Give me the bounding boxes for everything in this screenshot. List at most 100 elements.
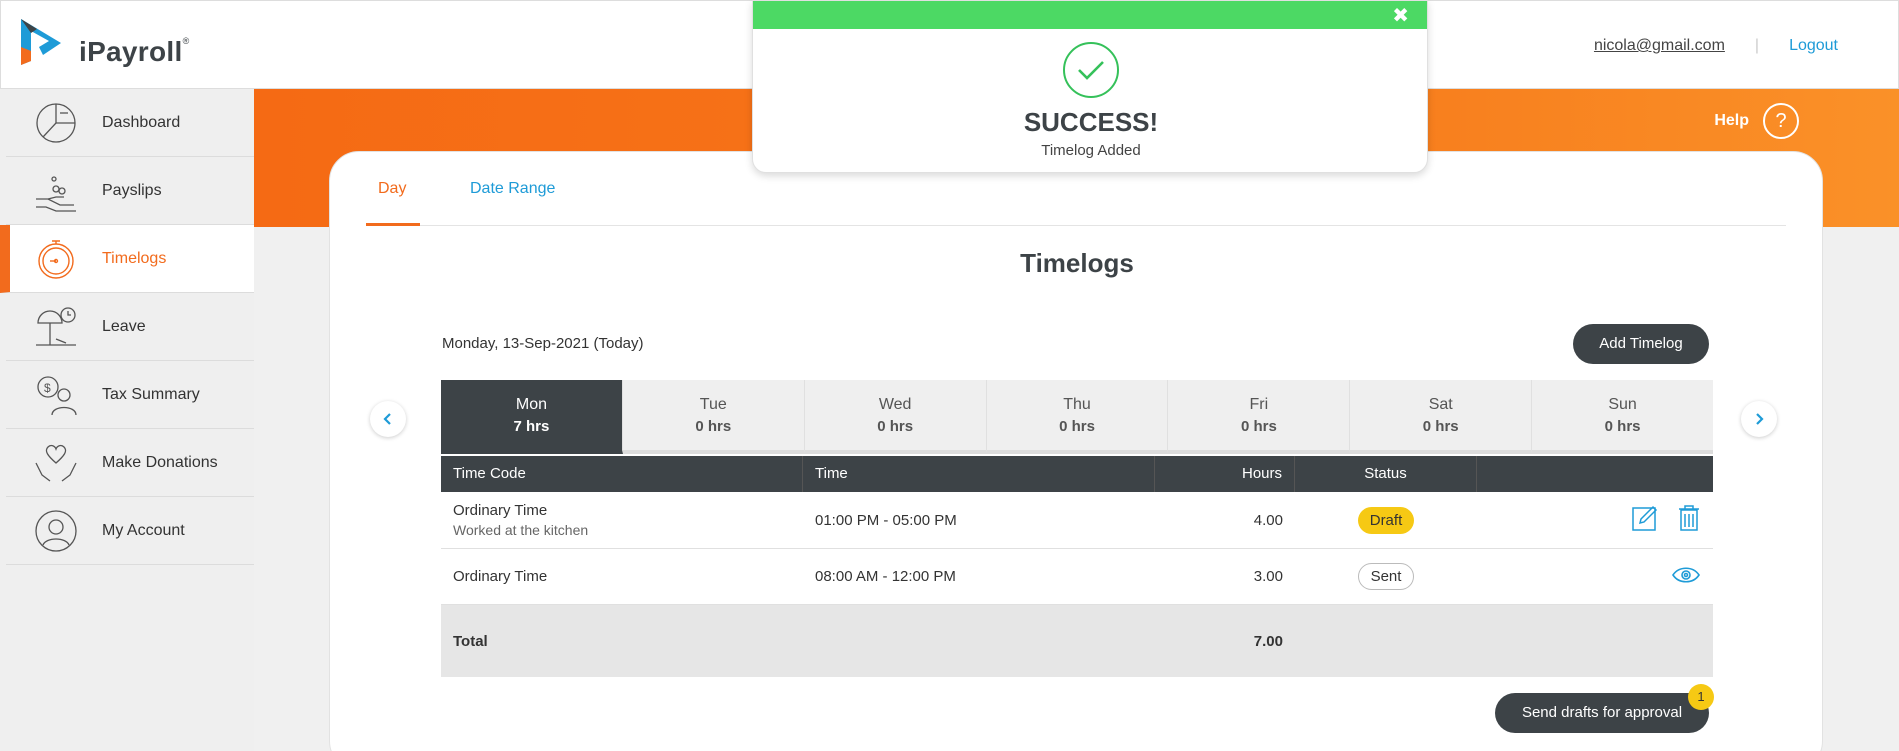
column-header-status: Status xyxy=(1295,456,1477,492)
cell-time: 01:00 PM - 05:00 PM xyxy=(815,511,957,529)
page-title: Timelogs xyxy=(1020,248,1134,278)
time-note-text: Worked at the kitchen xyxy=(453,522,589,538)
day-name: Thu xyxy=(1063,396,1091,413)
header-user-links: nicola@gmail.com | Logout xyxy=(1594,37,1838,55)
hand-coins-icon xyxy=(34,169,78,213)
row-actions xyxy=(1477,565,1713,589)
sidebar-item-timelogs[interactable]: Timelogs xyxy=(0,225,254,293)
day-name: Sun xyxy=(1608,396,1637,413)
day-hours: 7 hrs xyxy=(513,418,550,435)
status-badge-sent: Sent xyxy=(1357,563,1415,590)
timelogs-table: Time Code Time Hours Status Ordinary Tim… xyxy=(441,456,1713,677)
toast-message: Timelog Added xyxy=(1041,142,1141,159)
cell-status: Sent xyxy=(1295,563,1477,590)
column-header-hours: Hours xyxy=(1155,456,1295,492)
header-separator: | xyxy=(1754,37,1760,54)
day-hours: 0 hrs xyxy=(877,418,914,435)
cell-time-code: Ordinary Time Worked at the kitchen xyxy=(441,502,803,538)
timelogs-card: Day Date Range Timelogs Monday, 13-Sep-2… xyxy=(329,151,1823,751)
day-tab-sat[interactable]: Sat 0 hrs xyxy=(1350,380,1533,454)
table-row: Ordinary Time 08:00 AM - 12:00 PM 3.00 S… xyxy=(441,549,1713,605)
day-tab-sun[interactable]: Sun 0 hrs xyxy=(1532,380,1714,454)
sidebar-item-dashboard[interactable]: Dashboard xyxy=(6,89,254,157)
week-strip: Mon 7 hrs Tue 0 hrs Wed 0 hrs Thu 0 hrs … xyxy=(441,380,1714,454)
table-row: Ordinary Time Worked at the kitchen 01:0… xyxy=(441,492,1713,549)
toast-title: SUCCESS! xyxy=(1023,107,1159,137)
time-code-text: Ordinary Time xyxy=(453,502,548,519)
day-tab-fri[interactable]: Fri 0 hrs xyxy=(1168,380,1351,454)
edit-icon[interactable] xyxy=(1631,504,1659,536)
cell-status: Draft xyxy=(1295,506,1477,534)
close-icon[interactable]: ✖ xyxy=(1392,3,1409,28)
day-name: Sat xyxy=(1428,396,1453,413)
day-tab-mon[interactable]: Mon 7 hrs xyxy=(441,380,623,454)
cell-hours: 4.00 xyxy=(1253,511,1283,529)
logo[interactable]: iPayroll® xyxy=(19,17,190,69)
sidebar-item-label: Make Donations xyxy=(102,453,218,471)
stopwatch-icon xyxy=(34,237,78,281)
day-tab-tue[interactable]: Tue 0 hrs xyxy=(622,380,805,454)
sidebar-item-my-account[interactable]: My Account xyxy=(6,497,254,565)
day-hours: 0 hrs xyxy=(1604,418,1641,435)
eye-icon[interactable] xyxy=(1671,565,1701,589)
column-header-time: Time xyxy=(803,456,1155,492)
total-label: Total xyxy=(453,632,488,650)
success-toast: ✖ SUCCESS! Timelog Added xyxy=(752,0,1428,173)
current-date: Monday, 13-Sep-2021 (Today) xyxy=(442,335,644,352)
question-mark-icon: ? xyxy=(1763,103,1799,139)
sidebar-item-make-donations[interactable]: Make Donations xyxy=(6,429,254,497)
beach-umbrella-icon xyxy=(34,305,78,349)
day-hours: 0 hrs xyxy=(1059,418,1095,435)
draft-count-badge: 1 xyxy=(1688,684,1714,710)
ipayroll-logo-icon xyxy=(21,19,61,65)
active-tab-indicator xyxy=(366,223,420,226)
table-header: Time Code Time Hours Status xyxy=(441,456,1713,492)
logo-text: iPayroll® xyxy=(79,36,190,67)
day-tab-thu[interactable]: Thu 0 hrs xyxy=(986,380,1169,454)
day-hours: 0 hrs xyxy=(1422,418,1459,435)
sidebar-item-label: Dashboard xyxy=(102,113,181,131)
heart-hands-icon xyxy=(34,441,78,485)
sidebar-item-label: Tax Summary xyxy=(102,385,200,403)
cell-hours: 3.00 xyxy=(1253,568,1283,585)
pie-chart-icon xyxy=(34,101,78,145)
send-drafts-button[interactable]: Send drafts for approval xyxy=(1495,693,1709,733)
tab-date-range[interactable]: Date Range xyxy=(470,180,555,198)
sidebar-item-label: Leave xyxy=(102,317,146,335)
logout-link[interactable]: Logout xyxy=(1789,37,1838,55)
day-name: Tue xyxy=(699,396,727,413)
total-row: Total 7.00 xyxy=(441,605,1713,677)
chevron-left-icon[interactable] xyxy=(370,401,406,437)
trash-icon[interactable] xyxy=(1677,504,1701,536)
row-actions xyxy=(1477,504,1713,536)
sidebar-item-label: Payslips xyxy=(102,181,162,199)
add-timelog-button[interactable]: Add Timelog xyxy=(1573,324,1709,364)
day-name: Fri xyxy=(1249,396,1269,413)
day-tab-wed[interactable]: Wed 0 hrs xyxy=(804,380,987,454)
chevron-right-icon[interactable] xyxy=(1741,401,1777,437)
sidebar-item-leave[interactable]: Leave xyxy=(6,293,254,361)
sidebar-item-payslips[interactable]: Payslips xyxy=(6,157,254,225)
sidebar-item-label: Timelogs xyxy=(102,249,167,267)
svg-text:$: $ xyxy=(44,381,51,395)
tab-day[interactable]: Day xyxy=(378,180,406,198)
cell-time-code: Ordinary Time xyxy=(441,568,803,585)
time-code-text: Ordinary Time xyxy=(453,568,548,585)
check-circle-icon xyxy=(1063,42,1119,98)
total-hours: 7.00 xyxy=(1253,632,1283,650)
tax-person-icon: $ xyxy=(34,373,78,417)
help-button[interactable]: Help ? xyxy=(1714,103,1799,139)
user-email-link[interactable]: nicola@gmail.com xyxy=(1594,37,1725,55)
day-name: Wed xyxy=(878,396,912,413)
status-badge-draft: Draft xyxy=(1357,506,1415,534)
sidebar-item-tax-summary[interactable]: $ Tax Summary xyxy=(6,361,254,429)
toast-bar: ✖ xyxy=(753,1,1427,29)
column-header-time-code: Time Code xyxy=(441,456,803,492)
column-header-actions xyxy=(1477,456,1713,492)
cell-time: 08:00 AM - 12:00 PM xyxy=(815,568,956,585)
day-name: Mon xyxy=(515,396,547,413)
sidebar-item-label: My Account xyxy=(102,521,185,539)
day-hours: 0 hrs xyxy=(1240,418,1277,435)
sidebar: Dashboard Payslips Timelogs Leave $ Tax … xyxy=(0,89,254,751)
user-circle-icon xyxy=(34,509,78,553)
